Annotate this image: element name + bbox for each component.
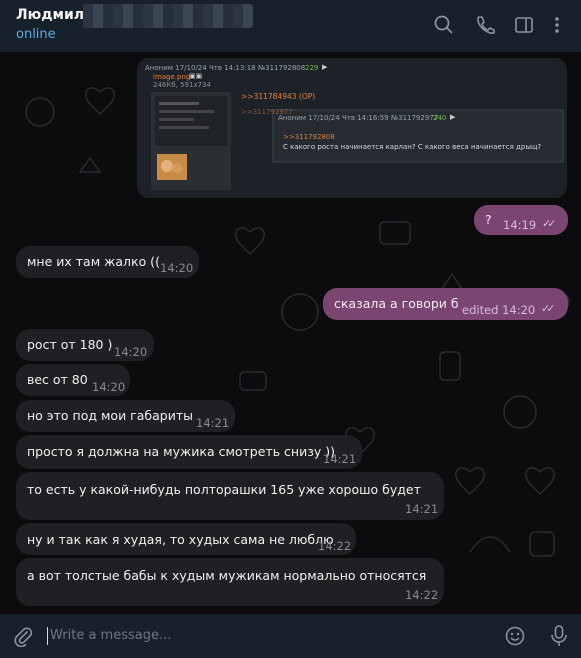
phone-icon[interactable] [474, 14, 496, 36]
emoji-icon[interactable] [504, 625, 526, 647]
post-header: Аноним 17/10/24 Чтв 14:13:18 №311792808 [145, 64, 306, 72]
message-text: а вот толстые бабы к худым мужикам норма… [27, 568, 427, 583]
message-text: ? [485, 212, 492, 227]
post-count: 229 [305, 64, 319, 72]
message-incoming[interactable]: мне их там жалко (( 14:20 [16, 246, 199, 278]
message-incoming[interactable]: вес от 80 14:20 [16, 364, 130, 396]
reply-header: Аноним 17/10/24 Чтв 14:16:59 №311792977 [278, 114, 439, 122]
message-time: 14:21 [323, 452, 357, 466]
reply-quote[interactable]: >>311792808 [283, 133, 335, 141]
contact-status: online [16, 27, 56, 42]
contact-name[interactable]: Людмила [16, 7, 94, 23]
message-text: рост от 180 ) [27, 337, 113, 352]
chat-header: Людмила online [0, 0, 581, 52]
message-incoming[interactable]: то есть у какой-нибудь полторашки 165 уж… [16, 472, 444, 520]
message-text: вес от 80 [27, 372, 88, 387]
text-cursor [47, 627, 48, 645]
search-icon[interactable] [433, 14, 455, 36]
message-time: 14:22 [318, 539, 352, 553]
message-incoming[interactable]: ну и так как я худая, то худых сама не л… [16, 523, 356, 555]
message-input-bar: Write a message... [0, 614, 581, 658]
reply-count: 240 [433, 114, 447, 122]
message-text: сказала а говори б [334, 296, 459, 311]
message-input[interactable]: Write a message... [50, 628, 171, 643]
paperclip-icon[interactable] [12, 625, 34, 647]
file-icons: ▣▣ [189, 72, 203, 80]
message-time: 14:19 [503, 218, 537, 232]
image-message[interactable]: Аноним 17/10/24 Чтв 14:13:18 №311792808 … [137, 58, 567, 198]
message-text: просто я должна на мужика смотреть снизу… [27, 444, 335, 459]
read-checks-icon: ✓✓ [541, 302, 556, 315]
microphone-icon[interactable] [548, 624, 570, 648]
message-incoming[interactable]: а вот толстые бабы к худым мужикам норма… [16, 558, 444, 606]
message-text: то есть у какой-нибудь полторашки 165 уж… [27, 482, 421, 497]
message-text: мне их там жалко (( [27, 254, 160, 269]
chat-area[interactable]: Аноним 17/10/24 Чтв 14:13:18 №311792808 … [0, 52, 581, 614]
message-time: 14:20 [114, 345, 148, 359]
play-icon: ▶ [450, 113, 456, 121]
post-reply-link[interactable]: >>311784943 (OP) [241, 92, 315, 101]
message-incoming[interactable]: рост от 180 ) 14:20 [16, 329, 154, 361]
sidebar-toggle-icon[interactable] [513, 14, 535, 36]
post-file-name[interactable]: image.png [153, 73, 190, 81]
message-outgoing[interactable]: сказала а говори б edited 14:20 ✓✓ [323, 288, 568, 320]
play-icon: ▶ [322, 63, 328, 71]
blurred-region [83, 4, 253, 28]
read-checks-icon: ✓✓ [542, 217, 557, 230]
message-text: ну и так как я худая, то худых сама не л… [27, 532, 334, 547]
message-incoming[interactable]: но это под мои габариты 14:21 [16, 400, 235, 432]
message-time: 14:21 [196, 416, 230, 430]
reply-text: С какого роста начинается карлан? С како… [283, 143, 542, 151]
message-text: но это под мои габариты [27, 408, 193, 423]
message-time: 14:20 [160, 261, 194, 275]
more-vertical-icon[interactable] [546, 14, 568, 36]
message-outgoing[interactable]: ? 14:19 ✓✓ [474, 205, 568, 235]
message-time: 14:20 [92, 380, 126, 394]
message-time: edited 14:20 [462, 303, 536, 317]
message-incoming[interactable]: просто я должна на мужика смотреть снизу… [16, 435, 362, 469]
message-time: 14:21 [405, 502, 439, 516]
message-time: 14:22 [405, 588, 439, 602]
post-file-meta: 246Кб, 591x734 [153, 81, 211, 89]
